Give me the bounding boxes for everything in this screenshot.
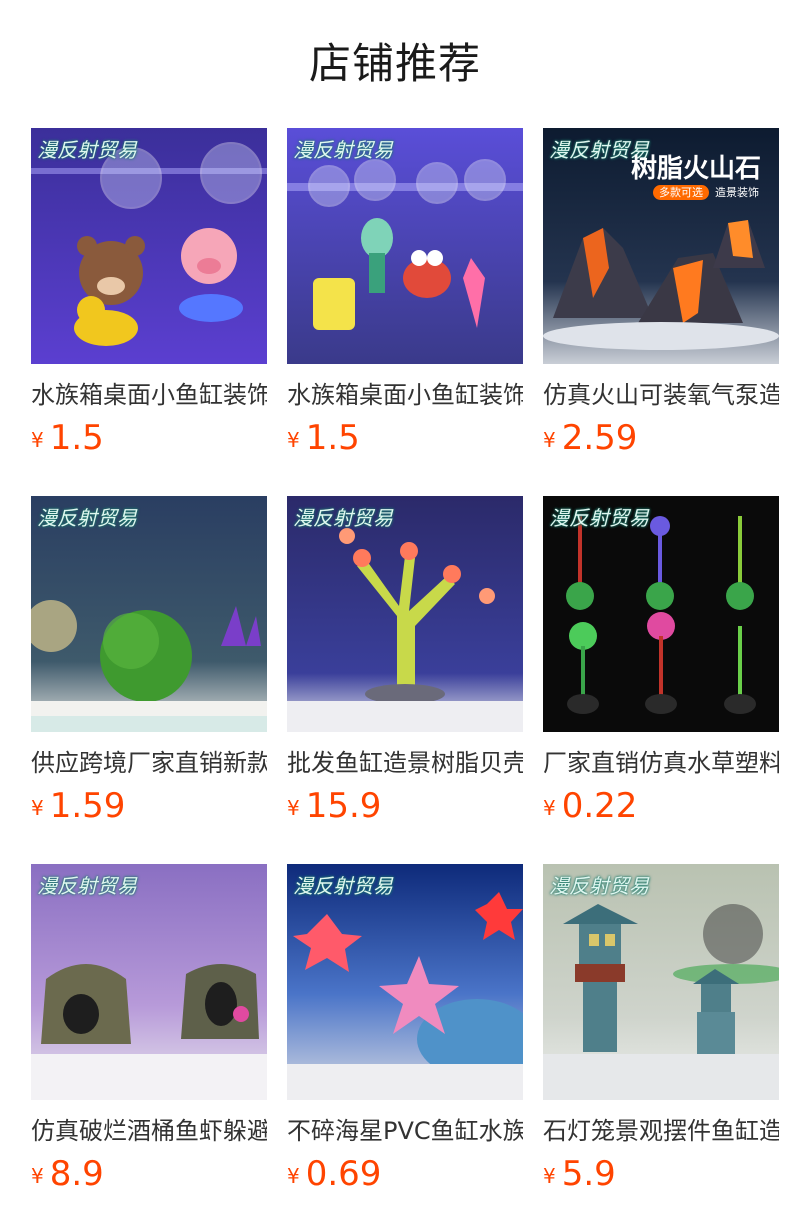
product-name[interactable]: 仿真破烂酒桶鱼虾躲避	[31, 1114, 267, 1148]
product-image-headline: 树脂火山石	[630, 154, 761, 184]
product-name[interactable]: 水族箱桌面小鱼缸装饰	[31, 378, 267, 412]
product-name[interactable]: 厂家直销仿真水草塑料	[543, 746, 779, 780]
watermark: 漫反射贸易	[293, 138, 393, 162]
watermark: 漫反射贸易	[37, 506, 137, 530]
product-image[interactable]: 漫反射贸易	[31, 496, 267, 732]
product-price: ¥5.9	[543, 1152, 616, 1196]
product-image[interactable]: 漫反射贸易	[543, 496, 779, 732]
watermark: 漫反射贸易	[37, 138, 137, 162]
product-image[interactable]: 漫反射贸易	[31, 128, 267, 364]
product-price: ¥1.59	[31, 784, 125, 828]
currency-symbol: ¥	[543, 796, 556, 820]
product-price: ¥15.9	[287, 784, 381, 828]
price-value: 2.59	[561, 418, 638, 458]
watermark: 漫反射贸易	[37, 874, 137, 898]
watermark: 漫反射贸易	[549, 506, 649, 530]
currency-symbol: ¥	[31, 1164, 44, 1188]
price-value: 15.9	[305, 786, 382, 826]
product-name[interactable]: 批发鱼缸造景树脂贝壳	[287, 746, 523, 780]
product-image-tag: 多款可选	[653, 185, 709, 200]
product-name[interactable]: 水族箱桌面小鱼缸装饰	[287, 378, 523, 412]
product-image[interactable]: 漫反射贸易	[287, 128, 523, 364]
product-price: ¥2.59	[543, 416, 637, 460]
price-value: 1.5	[49, 418, 104, 458]
currency-symbol: ¥	[31, 428, 44, 452]
currency-symbol: ¥	[287, 1164, 300, 1188]
price-value: 1.5	[305, 418, 360, 458]
product-image-tags: 多款可选 造景装饰	[653, 184, 759, 200]
currency-symbol: ¥	[543, 428, 556, 452]
currency-symbol: ¥	[31, 796, 44, 820]
product-image-tag: 造景装饰	[715, 186, 759, 199]
product-image[interactable]: 漫反射贸易	[543, 864, 779, 1100]
product-image[interactable]: 漫反射贸易	[31, 864, 267, 1100]
product-price: ¥1.5	[31, 416, 104, 460]
currency-symbol: ¥	[543, 1164, 556, 1188]
price-value: 8.9	[49, 1154, 104, 1194]
product-image[interactable]: 漫反射贸易 树脂火山石 多款可选 造景装饰	[543, 128, 779, 364]
product-name[interactable]: 仿真火山可装氧气泵造景	[543, 378, 779, 412]
price-value: 0.69	[305, 1154, 382, 1194]
watermark: 漫反射贸易	[293, 506, 393, 530]
product-price: ¥0.69	[287, 1152, 381, 1196]
product-price: ¥1.5	[287, 416, 360, 460]
price-value: 0.22	[561, 786, 638, 826]
product-image[interactable]: 漫反射贸易	[287, 496, 523, 732]
page-title: 店铺推荐	[308, 39, 481, 88]
shop-recommendation-page: 店铺推荐 漫反射贸易 水族箱桌面小鱼缸装饰 ¥ 1.5 漫反射贸易 水族箱桌面小…	[0, 0, 790, 1232]
product-image[interactable]: 漫反射贸易	[287, 864, 523, 1100]
product-name[interactable]: 不碎海星PVC鱼缸水族	[287, 1114, 523, 1148]
currency-symbol: ¥	[287, 428, 300, 452]
product-name[interactable]: 石灯笼景观摆件鱼缸造景	[543, 1114, 779, 1148]
watermark: 漫反射贸易	[549, 874, 649, 898]
product-name[interactable]: 供应跨境厂家直销新款	[31, 746, 267, 780]
product-price: ¥0.22	[543, 784, 637, 828]
watermark: 漫反射贸易	[293, 874, 393, 898]
price-value: 5.9	[561, 1154, 616, 1194]
currency-symbol: ¥	[287, 796, 300, 820]
price-value: 1.59	[49, 786, 126, 826]
product-price: ¥8.9	[31, 1152, 104, 1196]
